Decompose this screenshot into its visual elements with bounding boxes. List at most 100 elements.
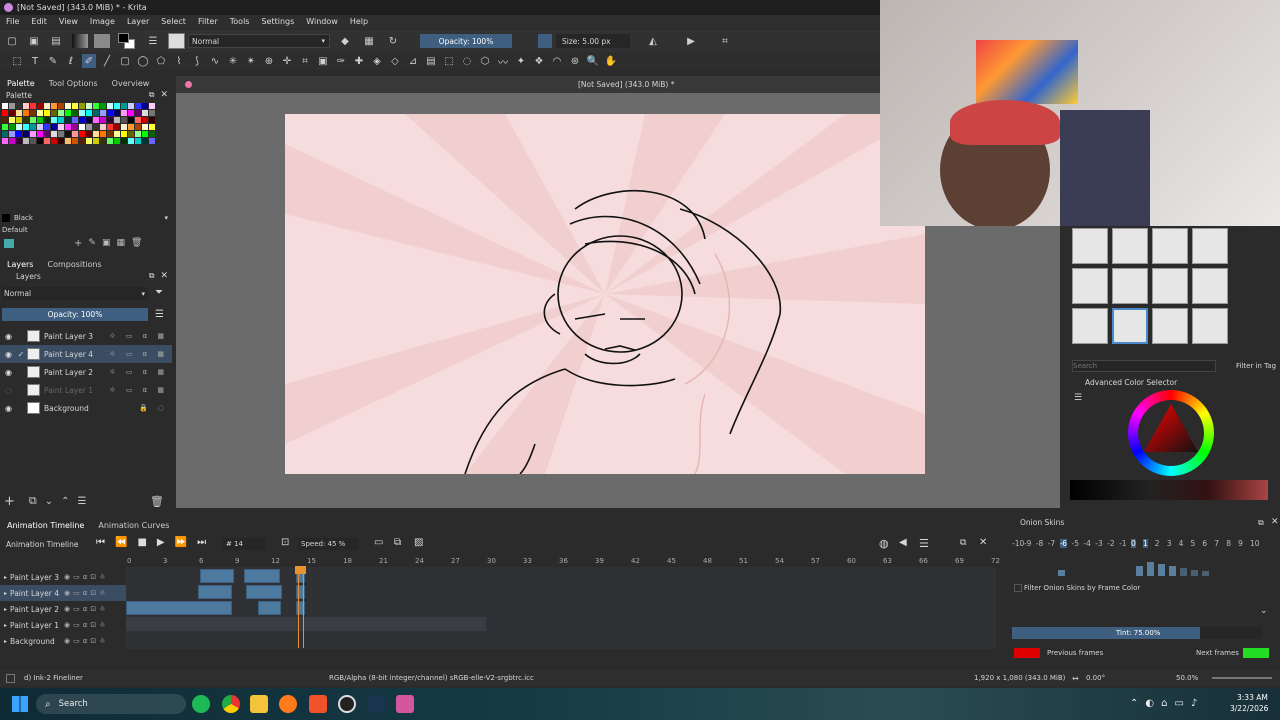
move-down-icon[interactable]: ⌄	[45, 496, 53, 507]
palette-swatch[interactable]	[149, 138, 155, 144]
wrap-around-icon[interactable]: ⌗	[718, 34, 732, 48]
dynamic-brush-tool-icon[interactable]: ✳	[226, 54, 240, 68]
prev-frame-icon[interactable]: ⏪	[115, 537, 127, 548]
brush-preset[interactable]	[1112, 308, 1148, 344]
triangle-picker[interactable]	[1138, 400, 1204, 466]
tab-tool-options[interactable]: Tool Options	[42, 79, 105, 88]
palette-swatch[interactable]	[30, 138, 36, 144]
pencil-icon[interactable]: ✎	[88, 238, 96, 248]
onion-frame-number[interactable]: 3	[1167, 539, 1172, 548]
layer-row[interactable]: ◉ Paint Layer 3 ☼ ▭ α ▦	[0, 327, 172, 345]
bezier-curve-tool-icon[interactable]: ⟆	[190, 54, 204, 68]
palette-swatch[interactable]	[93, 131, 99, 137]
grid-icon[interactable]: ▦	[116, 238, 125, 248]
menu-filter[interactable]: Filter	[192, 15, 224, 29]
palette-swatch[interactable]	[100, 117, 106, 123]
tab-animation-curves[interactable]: Animation Curves	[91, 521, 176, 530]
bezier-select-tool-icon[interactable]: ◠	[550, 54, 564, 68]
canvas[interactable]	[285, 114, 925, 474]
close-icon[interactable]: ✕	[160, 271, 168, 281]
tint-slider[interactable]: Tint: 75.00%	[1012, 627, 1262, 639]
palette-swatch[interactable]	[79, 124, 85, 130]
onion-frame-number[interactable]: 4	[1179, 539, 1184, 548]
menu-window[interactable]: Window	[300, 15, 344, 29]
palette-swatch[interactable]	[128, 117, 134, 123]
palette-swatch[interactable]	[44, 131, 50, 137]
palette-swatch[interactable]	[100, 131, 106, 137]
palette-swatch[interactable]	[58, 124, 64, 130]
playhead[interactable]	[298, 566, 304, 648]
palette-swatch[interactable]	[128, 110, 134, 116]
timeline-layer-row[interactable]: ▸ Paint Layer 2 ◉▭α⊡☼	[0, 601, 128, 617]
palette-swatch[interactable]	[93, 124, 99, 130]
timeline-layer-row[interactable]: ▸ Background ◉▭α⊡☼	[0, 633, 128, 649]
palette-swatch[interactable]	[37, 131, 43, 137]
keyframe[interactable]	[246, 585, 282, 599]
chevron-down-icon[interactable]: ⌄	[1260, 606, 1268, 616]
palette-swatch[interactable]	[79, 138, 85, 144]
palette-swatch[interactable]	[65, 131, 71, 137]
palette-swatch[interactable]	[37, 117, 43, 123]
palette-swatch[interactable]	[135, 138, 141, 144]
palette-swatch[interactable]	[135, 103, 141, 109]
close-icon[interactable]: ✕	[160, 90, 168, 100]
filter-frame-color-checkbox[interactable]	[1014, 584, 1022, 592]
onion-frame-number[interactable]: -6	[1059, 539, 1068, 548]
zoom-slider[interactable]	[1212, 677, 1272, 679]
palette-swatch[interactable]	[58, 138, 64, 144]
onion-frame-number[interactable]: -3	[1095, 539, 1102, 548]
brush-preset[interactable]	[1192, 268, 1228, 304]
ellipse-select-tool-icon[interactable]: ◌	[460, 54, 474, 68]
palette-swatch[interactable]	[79, 131, 85, 137]
keyframe[interactable]	[244, 569, 280, 583]
zoom-tool-icon[interactable]: 🔍	[586, 54, 600, 68]
palette-swatch[interactable]	[16, 124, 22, 130]
palette-swatch[interactable]	[107, 110, 113, 116]
next-frame-icon[interactable]: ⏩	[175, 537, 187, 548]
layer-properties-icons[interactable]: 🔒 ◌	[139, 404, 168, 412]
palette-swatch[interactable]	[2, 124, 8, 130]
tray-icons[interactable]: ⌃◐⌂▭♪	[1130, 698, 1204, 709]
palette-swatch[interactable]	[58, 110, 64, 116]
onion-frame-number[interactable]: 5	[1191, 539, 1196, 548]
brush-preset-icon[interactable]	[168, 33, 185, 49]
palette-swatch[interactable]	[121, 110, 127, 116]
timeline-menu-icon[interactable]: ☰	[919, 537, 929, 550]
palette-swatch[interactable]	[114, 117, 120, 123]
play-icon[interactable]: ▶	[157, 537, 165, 548]
palette-swatch[interactable]	[37, 124, 43, 130]
palette-swatch[interactable]	[114, 131, 120, 137]
palette-swatch[interactable]	[128, 103, 134, 109]
onion-frame-number[interactable]: -2	[1107, 539, 1114, 548]
palette-swatch[interactable]	[72, 131, 78, 137]
smart-patch-tool-icon[interactable]: ✚	[352, 54, 366, 68]
close-icon[interactable]: ✕	[1271, 517, 1279, 527]
gradient-tool-icon[interactable]: ▣	[316, 54, 330, 68]
palette-swatch[interactable]	[72, 138, 78, 144]
palette-swatches[interactable]	[2, 103, 160, 151]
frame-range-icon[interactable]: ⊡	[281, 537, 289, 548]
line-tool-icon[interactable]: ╱	[100, 54, 114, 68]
layer-properties-icons[interactable]: ☼ ▭ α ▦	[109, 332, 168, 340]
palette-swatch[interactable]	[30, 131, 36, 137]
onion-frame-number[interactable]: -10	[1012, 539, 1024, 548]
enclosed-fill-tool-icon[interactable]: ◇	[388, 54, 402, 68]
brush-preset[interactable]	[1072, 228, 1108, 264]
palette-swatch[interactable]	[72, 110, 78, 116]
palette-swatch[interactable]	[65, 117, 71, 123]
palette-swatch[interactable]	[86, 124, 92, 130]
tab-palette[interactable]: Palette	[0, 79, 42, 88]
onion-frame-number[interactable]: 0	[1131, 539, 1136, 548]
palette-swatch[interactable]	[65, 124, 71, 130]
ellipse-tool-icon[interactable]: ◯	[136, 54, 150, 68]
brush-preset[interactable]	[1152, 228, 1188, 264]
palette-swatch[interactable]	[135, 110, 141, 116]
fill-tool-icon[interactable]: ◈	[370, 54, 384, 68]
delete-layer-icon[interactable]: 🗑	[150, 495, 164, 508]
transform-tool-icon[interactable]: ⊕	[262, 54, 276, 68]
move-tool-icon[interactable]: ✛	[280, 54, 294, 68]
audio-icon[interactable]: ◀	[899, 537, 907, 548]
menu-file[interactable]: File	[0, 15, 25, 29]
palette-swatch[interactable]	[16, 110, 22, 116]
palette-swatch[interactable]	[121, 103, 127, 109]
